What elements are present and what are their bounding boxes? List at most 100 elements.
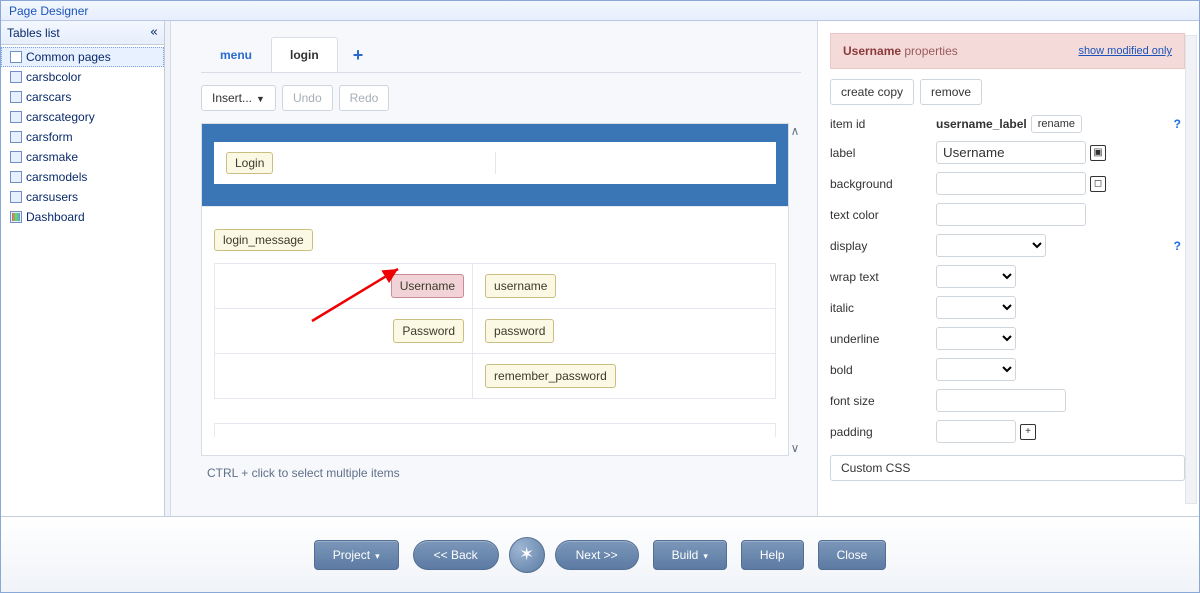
tree-item-carsmodels[interactable]: carsmodels (1, 167, 164, 187)
properties-panel: Username properties show modified only c… (817, 21, 1199, 516)
help-icon[interactable]: ? (1174, 117, 1185, 131)
prop-label: bold (830, 363, 930, 377)
item-id-value: username_label (936, 117, 1027, 131)
label-input[interactable] (936, 141, 1086, 164)
prop-label: display (830, 239, 930, 253)
next-button[interactable]: Next >> (555, 540, 639, 570)
tree-item-label: carscategory (26, 110, 95, 124)
run-button[interactable]: ✶ (509, 537, 545, 573)
tree-item-label: carsbcolor (26, 70, 81, 84)
tree-item-carscars[interactable]: carscars (1, 87, 164, 107)
scroll-down-icon[interactable]: ∨ (791, 441, 800, 455)
fields-table: Username username Password password reme… (214, 263, 776, 399)
add-padding-icon[interactable]: + (1020, 424, 1036, 440)
help-icon[interactable]: ? (1174, 239, 1185, 253)
close-button[interactable]: Close (818, 540, 887, 570)
font-size-input[interactable] (936, 389, 1066, 412)
collapse-left-icon[interactable]: « (150, 25, 158, 40)
prop-label: wrap text (830, 270, 930, 284)
create-copy-button[interactable]: create copy (830, 79, 914, 105)
build-button[interactable]: Build▾ (653, 540, 727, 570)
table-icon (10, 171, 22, 183)
undo-button[interactable]: Undo (282, 85, 333, 111)
tab-menu[interactable]: menu (201, 37, 271, 72)
password-field-chip[interactable]: password (485, 319, 554, 343)
display-select[interactable] (936, 234, 1046, 257)
table-row: remember_password (215, 354, 776, 399)
table-icon (10, 191, 22, 203)
add-tab-button[interactable]: + (338, 38, 379, 72)
reset-label-icon[interactable]: ▣ (1090, 145, 1106, 161)
canvas: ∧ ∨ Login login_message Username usernam… (201, 123, 789, 456)
prop-label: label (830, 146, 930, 160)
project-button[interactable]: Project▾ (314, 540, 399, 570)
prop-label: padding (830, 425, 930, 439)
tables-header: Tables list (7, 26, 60, 40)
table-icon (10, 91, 22, 103)
table-row: Username username (215, 264, 776, 309)
tree-item-carsusers[interactable]: carsusers (1, 187, 164, 207)
form-header: Login (202, 124, 788, 206)
underline-select[interactable] (936, 327, 1016, 350)
tree-item-carscategory[interactable]: carscategory (1, 107, 164, 127)
dashboard-icon (10, 211, 22, 223)
remove-button[interactable]: remove (920, 79, 982, 105)
tree-item-label: carsmodels (26, 170, 87, 184)
prop-label: font size (830, 394, 930, 408)
prop-label: background (830, 177, 930, 191)
tree-item-label: carsusers (26, 190, 78, 204)
editor-toolbar: Insert...▼ Undo Redo (201, 73, 801, 123)
username-label-chip[interactable]: Username (391, 274, 464, 298)
username-field-chip[interactable]: username (485, 274, 556, 298)
redo-button[interactable]: Redo (339, 85, 390, 111)
tree-item-label: Dashboard (26, 210, 85, 224)
tree-item-carsbcolor[interactable]: carsbcolor (1, 67, 164, 87)
prop-label: italic (830, 301, 930, 315)
properties-scrollbar[interactable] (1185, 35, 1197, 504)
table-icon (10, 131, 22, 143)
run-icon: ✶ (519, 544, 534, 565)
italic-select[interactable] (936, 296, 1016, 319)
bold-select[interactable] (936, 358, 1016, 381)
table-icon (10, 71, 22, 83)
tables-panel: Tables list « Common pages carsbcolor cars… (1, 21, 165, 516)
window-title: Page Designer (1, 1, 1199, 21)
password-label-chip[interactable]: Password (393, 319, 464, 343)
canvas-scrollbar[interactable]: ∧ ∨ (788, 124, 802, 455)
tree-item-common-pages[interactable]: Common pages (1, 47, 164, 67)
rename-button[interactable]: rename (1031, 115, 1082, 133)
tree-item-carsmake[interactable]: carsmake (1, 147, 164, 167)
remember-password-chip[interactable]: remember_password (485, 364, 616, 388)
padding-input[interactable] (936, 420, 1016, 443)
tree-item-label: carsmake (26, 150, 78, 164)
tree-item-label: Common pages (26, 50, 111, 64)
back-button[interactable]: << Back (413, 540, 499, 570)
table-icon (10, 111, 22, 123)
tree-item-carsform[interactable]: carsform (1, 127, 164, 147)
tree-item-dashboard[interactable]: Dashboard (1, 207, 164, 227)
designer-area: menu login + Insert...▼ Undo Redo ∧ ∨ Lo… (171, 21, 817, 516)
custom-css-button[interactable]: Custom CSS (830, 455, 1185, 481)
text-color-input[interactable] (936, 203, 1086, 226)
background-input[interactable] (936, 172, 1086, 195)
scroll-up-icon[interactable]: ∧ (791, 124, 800, 138)
footer-bar: Project▾ << Back ✶ Next >> Build▾ Help C… (1, 516, 1199, 592)
table-row: Password password (215, 309, 776, 354)
prop-label: text color (830, 208, 930, 222)
table-icon (10, 151, 22, 163)
tree-item-label: carsform (26, 130, 73, 144)
prop-label: underline (830, 332, 930, 346)
page-tabs: menu login + (201, 35, 801, 73)
login-message-chip[interactable]: login_message (214, 229, 313, 251)
prop-label: item id (830, 117, 930, 131)
help-button[interactable]: Help (741, 540, 804, 570)
tab-login[interactable]: login (271, 37, 338, 72)
properties-header: Username properties show modified only (830, 33, 1185, 69)
background-picker-icon[interactable]: ◻ (1090, 176, 1106, 192)
wrap-text-select[interactable] (936, 265, 1016, 288)
show-modified-link[interactable]: show modified only (1078, 45, 1172, 57)
login-chip[interactable]: Login (226, 152, 273, 174)
insert-button[interactable]: Insert...▼ (201, 85, 276, 111)
folder-icon (10, 51, 22, 63)
multi-select-hint: CTRL + click to select multiple items (201, 456, 801, 480)
